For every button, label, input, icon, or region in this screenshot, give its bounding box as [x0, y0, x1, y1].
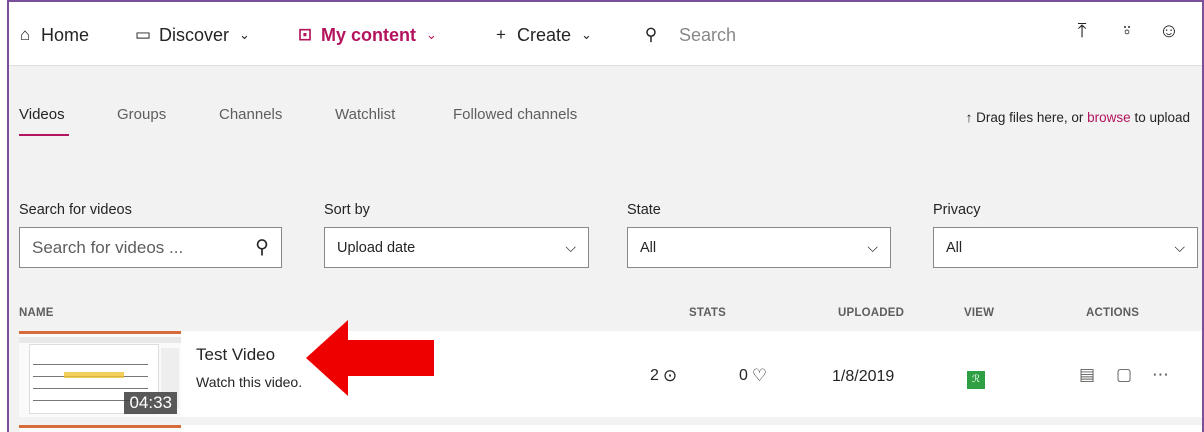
add-to-list-icon[interactable]: ▤: [1079, 365, 1095, 385]
top-nav: ⌂ Home ▭ Discover ⌄ ⊡ My content ⌄ + Cre…: [9, 2, 1202, 66]
video-duration: 04:33: [124, 392, 177, 414]
sort-label: Sort by: [324, 202, 370, 218]
state-label: State: [627, 202, 661, 218]
nav-my-content-label: My content: [321, 24, 417, 45]
privacy-label: Privacy: [933, 202, 981, 218]
state-value: All: [640, 239, 657, 256]
video-thumbnail[interactable]: 04:33: [19, 331, 181, 417]
plus-icon: +: [496, 25, 506, 44]
thumbnail-highlight: [64, 372, 124, 378]
play-box-icon: ⊡: [297, 25, 313, 44]
views-stat: 2 ⊙: [650, 366, 677, 386]
nav-search[interactable]: ⚲ Search: [641, 22, 736, 48]
upload-icon[interactable]: ⤒: [1070, 20, 1094, 43]
chevron-down-icon: ⌵: [1174, 239, 1185, 255]
search-icon: ⚲: [644, 25, 658, 44]
nav-home[interactable]: ⌂ Home: [15, 22, 89, 48]
tab-followed-channels[interactable]: Followed channels: [453, 106, 577, 123]
thumbnail-toolbar: [19, 337, 181, 343]
nav-home-label: Home: [41, 24, 90, 45]
search-placeholder: Search for videos ...: [32, 237, 184, 257]
column-view: VIEW: [964, 307, 995, 319]
play-circle-icon: ⊙: [662, 366, 678, 385]
search-icon[interactable]: ⚲: [255, 236, 269, 259]
nav-discover[interactable]: ▭ Discover ⌄: [133, 22, 250, 48]
app-frame: ⌂ Home ▭ Discover ⌄ ⊡ My content ⌄ + Cre…: [7, 0, 1204, 432]
view-permission-icon[interactable]: ℛ: [967, 371, 985, 389]
upload-arrow-icon: ↑: [965, 110, 973, 125]
chevron-down-icon: ⌵: [867, 239, 878, 255]
table-row[interactable]: [19, 425, 1202, 432]
chevron-down-icon: ⌄: [426, 27, 437, 42]
likes-count: 0: [739, 367, 748, 384]
nav-discover-label: Discover: [159, 24, 230, 45]
likes-stat: 0 ♡: [739, 366, 767, 386]
heart-icon: ♡: [751, 366, 768, 385]
more-options-icon[interactable]: ⋯: [1152, 365, 1169, 385]
video-title[interactable]: Test Video: [196, 345, 275, 365]
upload-hint: ↑ Drag files here, or browse to upload: [966, 110, 1190, 125]
upload-hint-suffix: to upload: [1130, 110, 1190, 125]
column-stats: STATS: [689, 307, 726, 319]
home-icon: ⌂: [19, 25, 31, 44]
upload-date: 1/8/2019: [832, 368, 895, 385]
video-thumbnail[interactable]: [19, 425, 181, 432]
column-uploaded[interactable]: UPLOADED: [838, 307, 904, 319]
nav-create-label: Create: [517, 24, 572, 45]
sort-select[interactable]: Upload date ⌵: [324, 227, 589, 268]
state-select[interactable]: All ⌵: [627, 227, 891, 268]
add-person-icon[interactable]: ⍤: [1115, 20, 1139, 43]
column-name[interactable]: NAME: [19, 307, 54, 319]
upload-hint-prefix: Drag files here, or: [976, 110, 1088, 125]
thumbnail-staff-line: [33, 388, 148, 389]
chevron-down-icon: ⌵: [565, 239, 576, 255]
browse-link[interactable]: browse: [1087, 110, 1131, 125]
search-label: Search for videos: [19, 202, 132, 218]
nav-my-content[interactable]: ⊡ My content ⌄: [295, 22, 437, 48]
discover-icon: ▭: [134, 25, 152, 44]
privacy-value: All: [946, 239, 963, 256]
video-description: Watch this video.: [196, 374, 303, 390]
search-videos-input[interactable]: Search for videos ... ⚲: [19, 227, 282, 268]
tab-channels[interactable]: Channels: [219, 106, 282, 123]
smiley-icon[interactable]: ☺: [1157, 20, 1181, 43]
sort-value: Upload date: [337, 239, 416, 256]
add-comment-icon[interactable]: ▢: [1116, 365, 1132, 385]
tab-videos[interactable]: Videos: [19, 106, 69, 136]
nav-create[interactable]: + Create ⌄: [491, 22, 592, 48]
views-count: 2: [650, 367, 659, 384]
chevron-down-icon: ⌄: [581, 27, 592, 42]
nav-search-placeholder: Search: [679, 24, 737, 45]
annotation-arrow-shape: [306, 320, 434, 396]
tab-groups[interactable]: Groups: [117, 106, 166, 123]
chevron-down-icon: ⌄: [239, 27, 250, 42]
privacy-select[interactable]: All ⌵: [933, 227, 1198, 268]
annotation-arrow: [306, 320, 434, 396]
thumbnail-staff-line: [33, 364, 148, 365]
column-actions: ACTIONS: [1086, 307, 1140, 319]
tab-watchlist[interactable]: Watchlist: [335, 106, 395, 123]
table-row[interactable]: 04:33 Test Video Watch this video. 2 ⊙ 0…: [19, 331, 1202, 417]
